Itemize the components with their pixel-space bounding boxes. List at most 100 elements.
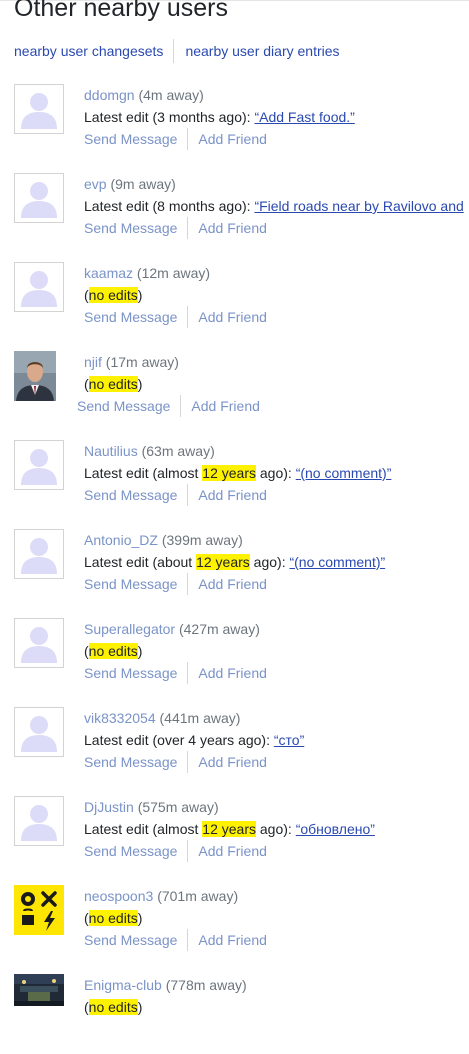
distance-text: (778m away) [165, 977, 247, 993]
edit-comment-link[interactable]: “сто” [274, 732, 304, 748]
action-divider [187, 306, 189, 328]
no-edits-text: (no edits) [84, 643, 143, 659]
distance-text: (399m away) [161, 532, 243, 548]
send-message-button[interactable]: Send Message [84, 217, 177, 239]
distance-text: (701m away) [157, 888, 239, 904]
user-info: Enigma-club (778m away) (no edits) [84, 974, 247, 1018]
add-friend-button[interactable]: Add Friend [198, 840, 266, 862]
add-friend-button[interactable]: Add Friend [198, 484, 266, 506]
user-item: njif (17m away) (no edits) Send Message … [0, 351, 469, 431]
send-message-button[interactable]: Send Message [84, 484, 177, 506]
username-link[interactable]: vik8332054 [84, 710, 156, 726]
username-link[interactable]: evp [84, 176, 107, 192]
subnav-divider [173, 39, 175, 63]
user-actions: Send Message Add Friend [84, 128, 355, 150]
send-message-button[interactable]: Send Message [84, 128, 177, 150]
user-item: evp (9m away) Latest edit (8 months ago)… [0, 173, 469, 253]
nearby-changesets-link[interactable]: nearby user changesets [14, 43, 163, 59]
user-actions: Send Message Add Friend [84, 929, 267, 951]
user-avatar-tools-icon[interactable] [14, 885, 64, 935]
send-message-button[interactable]: Send Message [84, 306, 177, 328]
action-divider [187, 573, 189, 595]
add-friend-button[interactable]: Add Friend [191, 395, 259, 417]
no-edits-highlight: no edits [88, 643, 138, 659]
username-link[interactable]: njif [84, 354, 102, 370]
latest-edit-suffix: ago): [255, 821, 296, 837]
add-friend-button[interactable]: Add Friend [198, 306, 266, 328]
user-item: Nautilius (63m away) Latest edit (almost… [0, 440, 469, 520]
no-edits-text: (no edits) [84, 910, 143, 926]
user-avatar-icon[interactable] [14, 796, 64, 846]
add-friend-button[interactable]: Add Friend [198, 751, 266, 773]
action-divider [187, 929, 189, 951]
user-avatar-icon[interactable] [14, 440, 64, 490]
latest-edit-suffix: ago): [249, 554, 290, 570]
username-link[interactable]: Enigma-club [84, 977, 162, 993]
user-item: vik8332054 (441m away) Latest edit (over… [0, 707, 469, 787]
username-link[interactable]: Antonio_DZ [84, 532, 158, 548]
add-friend-button[interactable]: Add Friend [198, 573, 266, 595]
user-avatar-icon[interactable] [14, 173, 64, 223]
user-avatar-icon[interactable] [14, 262, 64, 312]
username-link[interactable]: neospoon3 [84, 888, 153, 904]
latest-edit-text: Latest edit (over 4 years ago): [84, 732, 274, 748]
edit-comment-link[interactable]: “обновлено” [296, 821, 375, 837]
user-info: Antonio_DZ (399m away) Latest edit (abou… [84, 529, 385, 595]
user-avatar-icon[interactable] [14, 618, 64, 668]
send-message-button[interactable]: Send Message [84, 840, 177, 862]
user-actions: Send Message Add Friend [84, 840, 375, 862]
latest-edit-text: Latest edit (about [84, 554, 197, 570]
user-info: kaamaz (12m away) (no edits) Send Messag… [84, 262, 267, 328]
no-edits-highlight: no edits [88, 376, 138, 392]
user-avatar-photo[interactable] [14, 351, 64, 401]
user-avatar-icon[interactable] [14, 84, 64, 134]
username-link[interactable]: Nautilius [84, 443, 138, 459]
no-edits-highlight: no edits [88, 999, 138, 1015]
username-link[interactable]: Superallegator [84, 621, 175, 637]
edit-age-highlight: 12 years [196, 554, 250, 570]
edit-comment-link[interactable]: “Field roads near by Ravilovo and [254, 198, 463, 214]
distance-text: (17m away) [105, 354, 179, 370]
edit-age-highlight: 12 years [202, 821, 256, 837]
user-actions: Send Message Add Friend [84, 217, 464, 239]
send-message-button[interactable]: Send Message [84, 751, 177, 773]
no-edits-highlight: no edits [88, 910, 138, 926]
add-friend-button[interactable]: Add Friend [198, 128, 266, 150]
username-link[interactable]: kaamaz [84, 265, 133, 281]
user-actions: Send Message Add Friend [84, 662, 267, 684]
edit-comment-link[interactable]: “(no comment)” [296, 465, 392, 481]
add-friend-button[interactable]: Add Friend [198, 662, 266, 684]
user-item: kaamaz (12m away) (no edits) Send Messag… [0, 262, 469, 342]
distance-text: (575m away) [137, 799, 219, 815]
username-link[interactable]: DjJustin [84, 799, 134, 815]
latest-edit-text: Latest edit (8 months ago): [84, 198, 255, 214]
user-item: Enigma-club (778m away) (no edits) [0, 974, 469, 1054]
edit-comment-link[interactable]: “Add Fast food.” [254, 109, 354, 125]
action-divider [187, 840, 189, 862]
no-edits-text: (no edits) [84, 287, 143, 303]
edit-comment-link[interactable]: “(no comment)” [289, 554, 385, 570]
edit-age-highlight: 12 years [202, 465, 256, 481]
add-friend-button[interactable]: Add Friend [198, 929, 266, 951]
user-info: neospoon3 (701m away) (no edits) Send Me… [84, 885, 267, 951]
page-title: Other nearby users [14, 0, 228, 22]
distance-text: (4m away) [138, 87, 204, 103]
user-item: ddomgn (4m away) Latest edit (3 months a… [0, 84, 469, 164]
action-divider [180, 395, 182, 417]
user-avatar-icon[interactable] [14, 529, 64, 579]
user-actions: Send Message Add Friend [84, 573, 385, 595]
nearby-diary-link[interactable]: nearby user diary entries [185, 43, 339, 59]
user-item: neospoon3 (701m away) (no edits) Send Me… [0, 885, 469, 965]
no-edits-highlight: no edits [88, 287, 138, 303]
send-message-button[interactable]: Send Message [84, 662, 177, 684]
user-avatar-icon[interactable] [14, 707, 64, 757]
action-divider [187, 751, 189, 773]
user-avatar-photo[interactable] [14, 974, 64, 1006]
username-link[interactable]: ddomgn [84, 87, 135, 103]
send-message-button[interactable]: Send Message [84, 929, 177, 951]
add-friend-button[interactable]: Add Friend [198, 217, 266, 239]
user-actions: Send Message Add Friend [77, 395, 260, 417]
send-message-button[interactable]: Send Message [84, 573, 177, 595]
user-actions: Send Message Add Friend [84, 751, 304, 773]
send-message-button[interactable]: Send Message [77, 395, 170, 417]
